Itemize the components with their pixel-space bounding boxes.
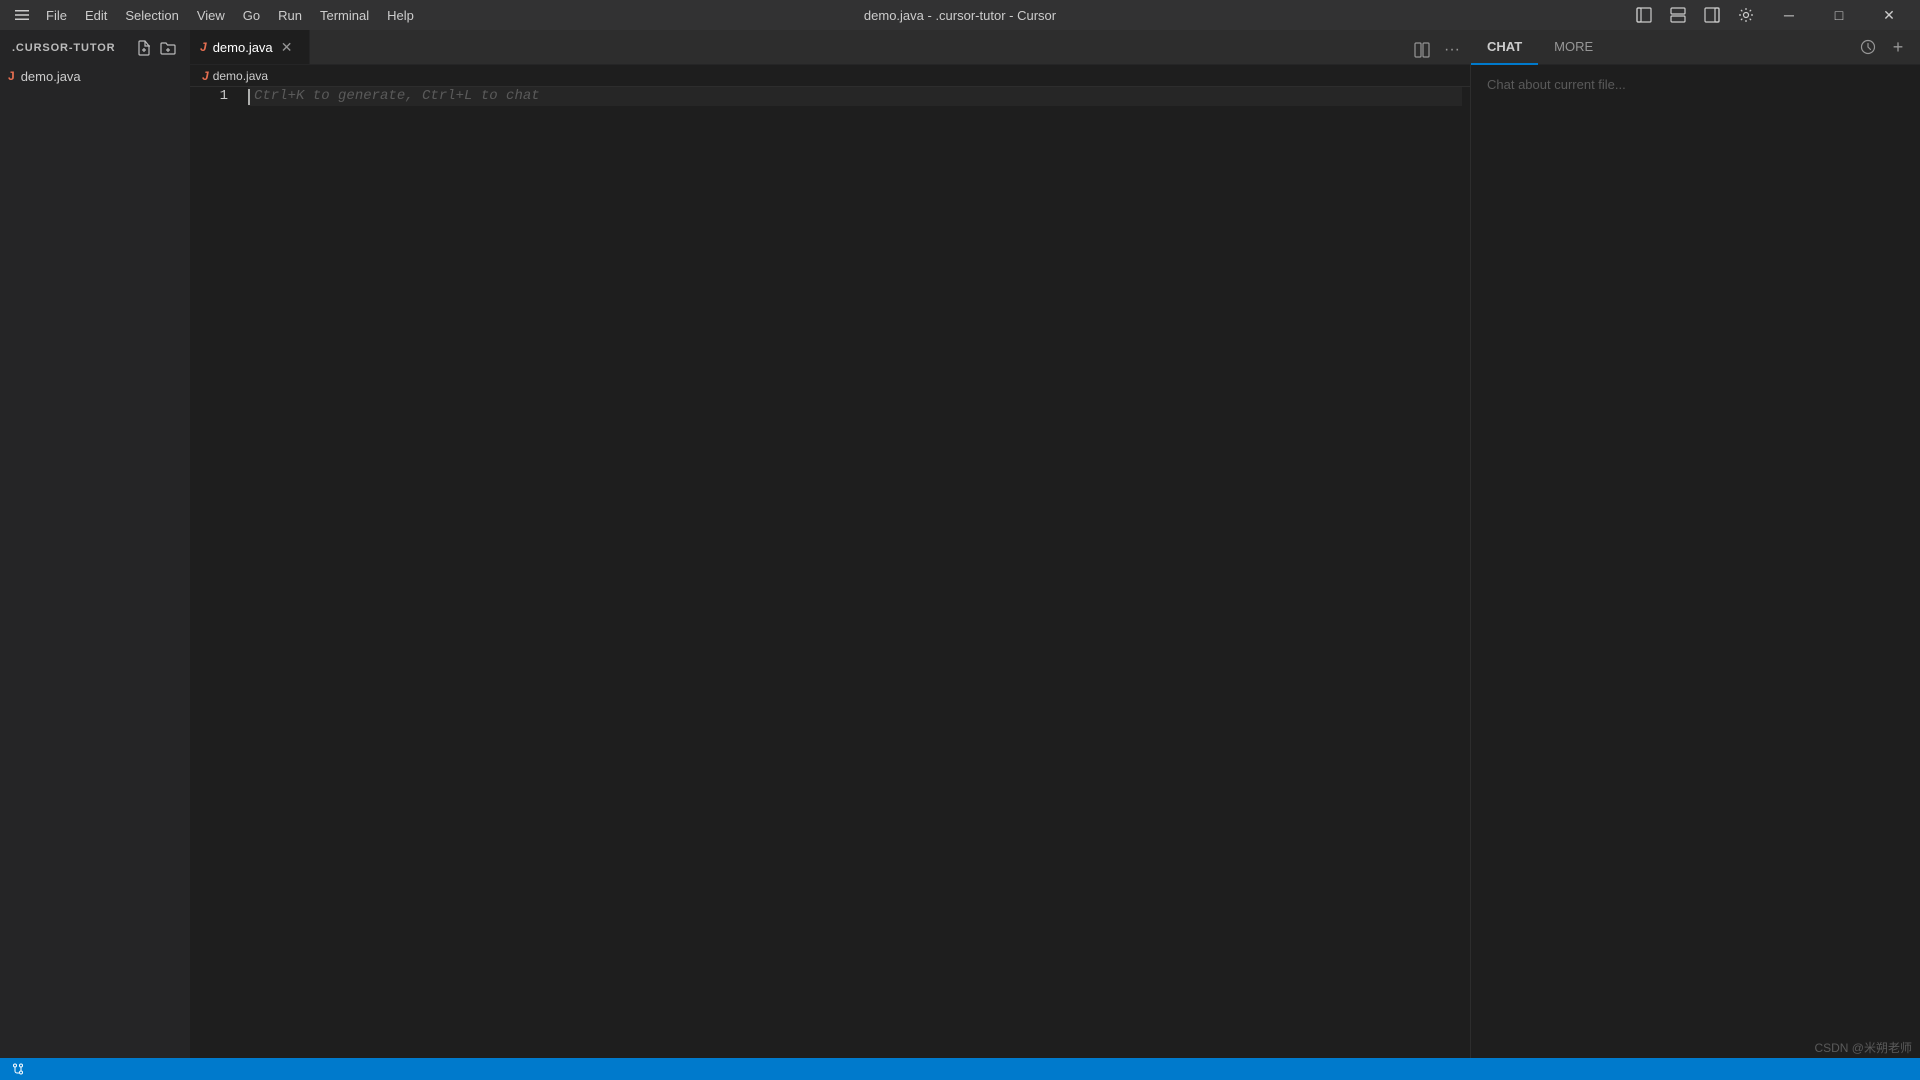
menu-edit[interactable]: Edit	[77, 6, 115, 25]
right-panel-header: CHAT MORE +	[1471, 30, 1920, 65]
tab-close-button[interactable]: ✕	[279, 39, 295, 55]
split-editor-button[interactable]	[1408, 36, 1436, 64]
text-cursor	[248, 89, 250, 105]
status-bar-left	[8, 1058, 28, 1080]
window-title: demo.java - .cursor-tutor - Cursor	[864, 8, 1056, 23]
editor-content[interactable]: 1 Ctrl+K to generate, Ctrl+L to chat	[190, 87, 1470, 1058]
code-area[interactable]: Ctrl+K to generate, Ctrl+L to chat	[240, 87, 1470, 1058]
title-bar: File Edit Selection View Go Run Terminal…	[0, 0, 1920, 30]
sidebar-toggle-icon[interactable]	[1628, 1, 1660, 29]
tab-filename: demo.java	[213, 40, 273, 55]
chat-placeholder-text: Chat about current file...	[1471, 65, 1920, 104]
app-menu-icon[interactable]	[8, 1, 36, 29]
main-container: .CURSOR-TUTOR	[0, 30, 1920, 1058]
menu-go[interactable]: Go	[235, 6, 268, 25]
sidebar-header: .CURSOR-TUTOR	[0, 30, 190, 65]
layout-icon[interactable]	[1662, 1, 1694, 29]
chat-history-button[interactable]	[1854, 33, 1882, 61]
git-branch-status[interactable]	[8, 1058, 28, 1080]
tab-chat[interactable]: CHAT	[1471, 30, 1538, 65]
breadcrumb-bar: J demo.java	[190, 65, 1470, 87]
menu-run[interactable]: Run	[270, 6, 310, 25]
menu-view[interactable]: View	[189, 6, 233, 25]
title-bar-right: ─ □ ✕	[1628, 0, 1912, 30]
java-file-icon: J	[8, 69, 15, 83]
breadcrumb-file-icon: J	[202, 69, 209, 83]
menu-selection[interactable]: Selection	[117, 6, 186, 25]
menu-help[interactable]: Help	[379, 6, 422, 25]
code-line-1: Ctrl+K to generate, Ctrl+L to chat	[248, 87, 1462, 106]
settings-icon[interactable]	[1730, 1, 1762, 29]
sidebar-actions	[134, 38, 178, 58]
editor-hint-text: Ctrl+K to generate, Ctrl+L to chat	[254, 87, 540, 106]
menu-file[interactable]: File	[38, 6, 75, 25]
file-item-label: demo.java	[21, 69, 81, 84]
menu-terminal[interactable]: Terminal	[312, 6, 377, 25]
right-sidebar-icon[interactable]	[1696, 1, 1728, 29]
title-bar-left: File Edit Selection View Go Run Terminal…	[8, 1, 422, 29]
breadcrumb-filename[interactable]: demo.java	[213, 69, 268, 83]
tab-more[interactable]: MORE	[1538, 30, 1609, 65]
editor-tab-demo-java[interactable]: J demo.java ✕	[190, 30, 310, 64]
minimize-button[interactable]: ─	[1766, 0, 1812, 30]
new-file-button[interactable]	[134, 38, 154, 58]
tab-java-icon: J	[200, 40, 207, 54]
menu-bar: File Edit Selection View Go Run Terminal…	[8, 1, 422, 29]
sidebar-title: .CURSOR-TUTOR	[12, 42, 116, 54]
status-bar	[0, 1058, 1920, 1080]
new-folder-button[interactable]	[158, 38, 178, 58]
file-item-demo-java[interactable]: J demo.java	[0, 65, 190, 87]
title-bar-icons	[1628, 1, 1762, 29]
editor-area: J demo.java ✕ ··· J demo.java	[190, 30, 1470, 1058]
close-button[interactable]: ✕	[1866, 0, 1912, 30]
line-number-1: 1	[202, 87, 228, 106]
sidebar: .CURSOR-TUTOR	[0, 30, 190, 1058]
right-panel-actions: +	[1854, 33, 1920, 61]
tab-bar: J demo.java ✕ ···	[190, 30, 1470, 65]
maximize-button[interactable]: □	[1816, 0, 1862, 30]
line-numbers: 1	[190, 87, 240, 1058]
right-panel: CHAT MORE + Chat about current file...	[1470, 30, 1920, 1058]
new-chat-button[interactable]: +	[1884, 33, 1912, 61]
tab-bar-end: ···	[1408, 36, 1470, 64]
sidebar-explorer: J demo.java	[0, 65, 190, 1058]
more-actions-button[interactable]: ···	[1438, 36, 1466, 64]
